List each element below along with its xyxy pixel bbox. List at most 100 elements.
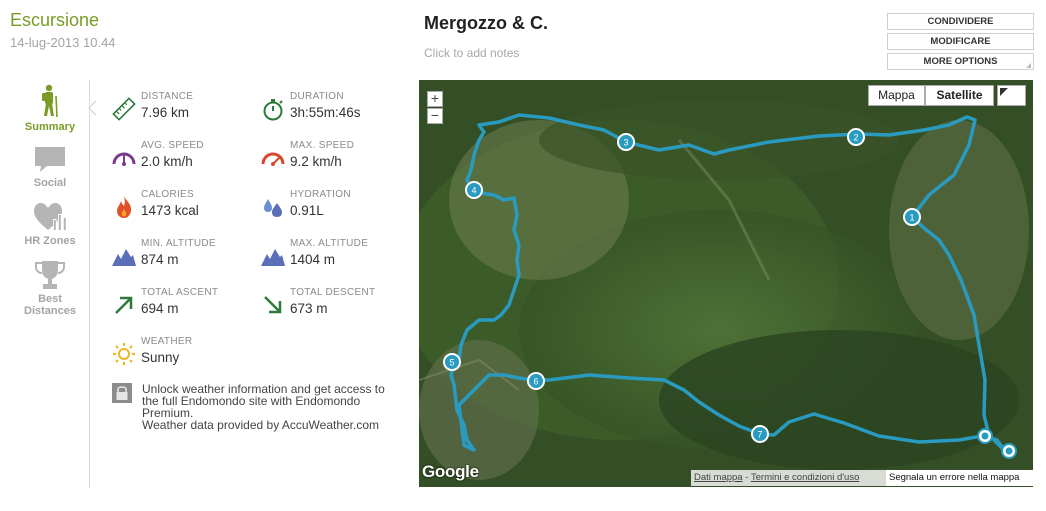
premium-text: Unlock weather information and get acces… [142, 383, 404, 431]
sun-icon [113, 343, 135, 365]
ruler-icon [112, 97, 136, 121]
route-marker-label: 7 [757, 430, 762, 440]
mountain-icon [112, 249, 136, 266]
lock-icon [112, 383, 132, 403]
stat-duration-label: DURATION [290, 91, 344, 102]
stat-duration-value: 3h:55m:46s [290, 105, 361, 120]
route-marker-label: 1 [909, 213, 914, 223]
sport-title: Escursione [10, 10, 100, 30]
nav-best-distances-label-1: Best [38, 293, 62, 305]
stat-avg-speed: AVG. SPEED 2.0 km/h [112, 140, 252, 180]
map-attribution: Dati mappa - Termini e condizioni d'uso [691, 470, 886, 486]
stat-total-ascent-label: TOTAL ASCENT [141, 287, 219, 298]
route-marker-6[interactable]: 6 [527, 372, 545, 390]
speech-bubble-icon [35, 147, 65, 172]
stat-max-altitude-label: MAX. ALTITUDE [290, 238, 369, 249]
fullscreen-button[interactable] [997, 85, 1026, 106]
stat-total-descent-value: 673 m [290, 301, 328, 316]
attribution-separator: - [742, 472, 751, 483]
stat-weather: WEATHER Sunny [112, 336, 252, 376]
share-button[interactable]: CONDIVIDERE [887, 13, 1034, 30]
zoom-in-button[interactable]: + [427, 91, 443, 107]
stat-total-descent-label: TOTAL DESCENT [290, 287, 376, 298]
premium-line-4: Weather data provided by AccuWeather.com [142, 418, 380, 432]
stat-weather-label: WEATHER [141, 336, 193, 347]
stat-weather-value: Sunny [141, 350, 180, 365]
stat-calories-value: 1473 kcal [141, 203, 199, 218]
route-marker-7[interactable]: 7 [751, 425, 769, 443]
flame-icon [117, 196, 132, 218]
route-marker-label: 2 [853, 133, 858, 143]
stat-calories: CALORIES 1473 kcal [112, 189, 252, 229]
stat-min-altitude: MIN. ALTITUDE 874 m [112, 238, 252, 278]
stat-min-altitude-label: MIN. ALTITUDE [141, 238, 216, 249]
start-marker[interactable] [977, 428, 993, 444]
add-notes-link[interactable]: Click to add notes [424, 46, 519, 60]
route-marker-label: 4 [471, 186, 476, 196]
terms-link[interactable]: Termini e condizioni d'uso [751, 472, 859, 483]
route-marker-label: 6 [533, 377, 538, 387]
route-marker-4[interactable]: 4 [465, 181, 483, 199]
arrow-up-right-icon [115, 296, 133, 314]
nav-summary-label: Summary [24, 121, 76, 133]
stat-min-altitude-value: 874 m [141, 252, 179, 267]
stat-hydration-value: 0.91L [290, 203, 324, 218]
stat-distance-value: 7.96 km [141, 105, 190, 120]
stat-max-altitude: MAX. ALTITUDE 1404 m [261, 238, 401, 278]
hiker-icon [42, 84, 58, 118]
stat-distance: DISTANCE 7.96 km [112, 91, 252, 131]
report-error-link[interactable]: Segnala un errore nella mappa [886, 470, 1033, 486]
route-marker-5[interactable]: 5 [443, 353, 461, 371]
stat-distance-label: DISTANCE [141, 91, 194, 102]
nav-best-distances-label-2: Distances [24, 305, 76, 317]
speedometer-icon [261, 152, 285, 166]
heart-chart-icon [34, 203, 67, 230]
workout-nav: Summary Social HR Zones Best Distances [14, 80, 97, 488]
route-line [449, 113, 1011, 458]
stat-duration: DURATION 3h:55m:46s [261, 91, 401, 131]
dropdown-corner-icon [1026, 63, 1031, 68]
route-marker-2[interactable]: 2 [847, 128, 865, 146]
nav-hr-zones-label: HR Zones [24, 235, 76, 247]
nav-social-label: Social [33, 177, 67, 189]
route-map[interactable]: 1 2 3 4 5 6 7 + − Mappa Satellite Google Dati … [419, 80, 1033, 487]
stat-max-altitude-value: 1404 m [290, 252, 336, 267]
stat-max-speed-value: 9.2 km/h [290, 154, 342, 169]
route-title: Mergozzo & C. [424, 13, 548, 33]
finish-marker[interactable] [1001, 443, 1017, 459]
route-marker-label: 5 [449, 358, 454, 368]
stat-max-speed-label: MAX. SPEED [290, 140, 355, 151]
route-marker-label: 3 [623, 138, 628, 148]
route-track: 1 2 3 4 5 6 7 [443, 113, 1017, 459]
nav-summary[interactable]: Summary [14, 84, 97, 133]
stat-total-ascent-value: 694 m [141, 301, 179, 316]
speedometer-icon [112, 152, 136, 166]
google-logo: Google [422, 462, 479, 481]
nav-best-distances[interactable]: Best Distances [14, 260, 86, 317]
more-options-label: MORE OPTIONS [923, 56, 998, 67]
stat-hydration-label: HYDRATION [290, 189, 351, 200]
mountain-icon [261, 249, 285, 266]
route-marker-3[interactable]: 3 [617, 133, 635, 151]
map-type-satellite-button[interactable]: Satellite [925, 85, 994, 106]
zoom-out-button[interactable]: − [427, 108, 443, 124]
stat-total-descent: TOTAL DESCENT 673 m [261, 287, 401, 327]
map-type-map-button[interactable]: Mappa [868, 85, 925, 106]
trophy-icon [35, 261, 65, 289]
route-marker-1[interactable]: 1 [903, 208, 921, 226]
nav-hr-zones[interactable]: HR Zones [14, 202, 86, 247]
expand-corner-icon [1000, 88, 1008, 96]
nav-social[interactable]: Social [14, 146, 86, 189]
stat-avg-speed-label: AVG. SPEED [141, 140, 204, 151]
more-options-button[interactable]: MORE OPTIONS [887, 53, 1034, 70]
edit-button[interactable]: MODIFICARE [887, 33, 1034, 50]
stat-max-speed: MAX. SPEED 9.2 km/h [261, 140, 401, 180]
workout-date: 14-lug-2013 10.44 [10, 35, 116, 50]
arrow-down-right-icon [264, 296, 282, 314]
droplets-icon [264, 199, 282, 217]
map-data-link[interactable]: Dati mappa [694, 472, 743, 483]
stat-total-ascent: TOTAL ASCENT 694 m [112, 287, 252, 327]
stat-calories-label: CALORIES [141, 189, 194, 200]
stopwatch-icon [263, 99, 283, 121]
stat-avg-speed-value: 2.0 km/h [141, 154, 193, 169]
